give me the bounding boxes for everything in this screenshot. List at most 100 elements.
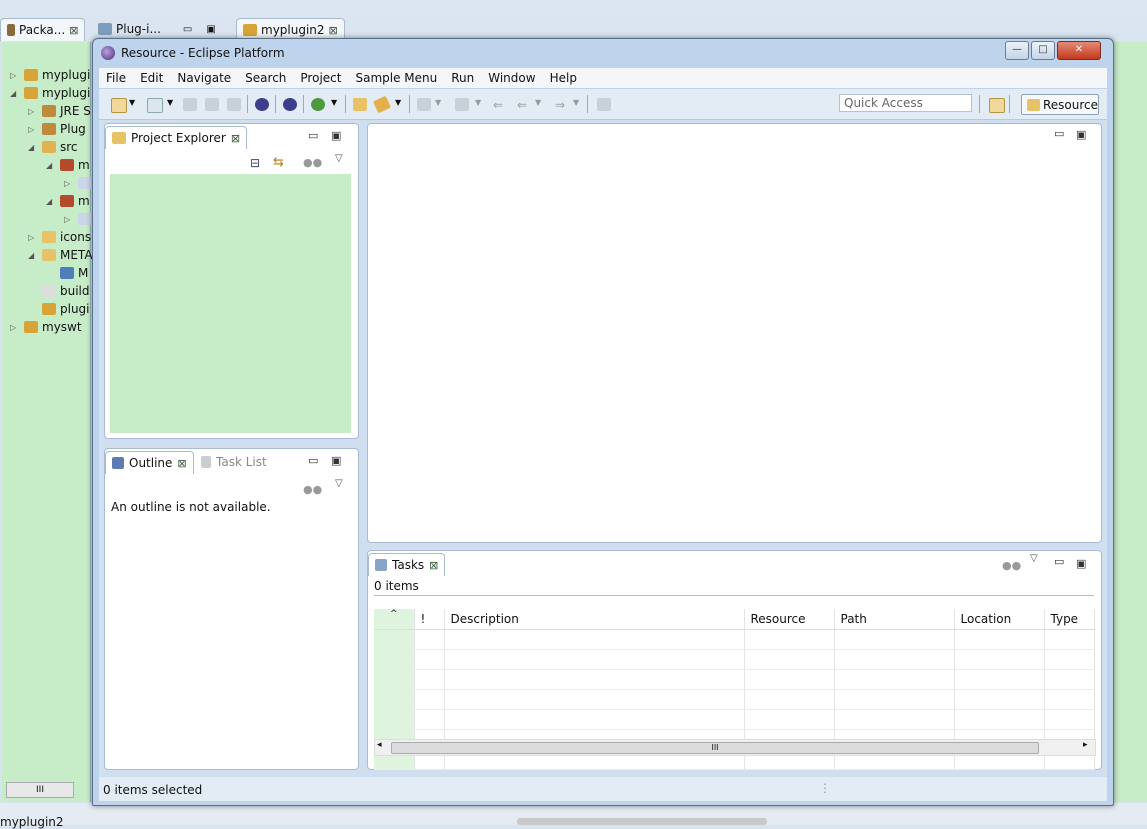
minimize-icon[interactable]: ▭ [1054,127,1064,140]
menu-edit[interactable]: Edit [133,71,170,85]
menu-window[interactable]: Window [481,71,542,85]
collapsed-arrow-icon[interactable]: ▷ [10,71,20,80]
column-header-description[interactable]: Description [444,609,745,630]
background-scroll-thumb[interactable] [517,818,767,825]
previous-annotation-icon[interactable] [455,98,469,111]
tree-item[interactable]: ▷ Plug [28,120,86,138]
table-row[interactable] [374,629,1095,650]
close-icon[interactable]: ⊠ [429,559,438,572]
tab-project-explorer[interactable]: Project Explorer ⊠ [105,126,248,149]
expanded-arrow-icon[interactable]: ◢ [28,251,38,260]
menu-navigate[interactable]: Navigate [170,71,238,85]
maximize-button[interactable]: □ [1031,41,1055,60]
view-menu-icon[interactable]: ▽ [1030,553,1038,564]
chevron-down-icon[interactable]: ▼ [535,98,543,111]
view-menu-icon[interactable]: ▽ [335,478,343,489]
next-annotation-icon[interactable] [417,98,431,111]
minimize-button[interactable]: — [1005,41,1029,60]
tree-item[interactable]: ▷ JRE S [28,102,91,120]
minimize-icon[interactable]: ▭ [308,129,318,142]
maximize-icon[interactable]: ▣ [1076,557,1086,570]
save-all-icon[interactable] [205,98,219,111]
close-icon[interactable]: ⊠ [69,24,78,37]
table-row[interactable] [374,649,1095,670]
expanded-arrow-icon[interactable]: ◢ [46,197,56,206]
editor-area[interactable]: ▭ ▣ [367,123,1102,543]
focus-icon[interactable]: ●● [1002,559,1021,572]
focus-icon[interactable]: ●● [303,483,322,496]
minimize-icon[interactable]: ▭ [308,454,318,467]
chevron-down-icon[interactable]: ▼ [475,98,483,111]
column-header-priority[interactable]: ! [414,609,445,630]
quick-access-input[interactable]: Quick Access [839,94,972,112]
collapsed-arrow-icon[interactable]: ▷ [28,125,38,134]
maximize-icon[interactable]: ▣ [206,24,215,35]
menu-project[interactable]: Project [293,71,348,85]
column-header-resource[interactable]: Resource [744,609,835,630]
minimize-icon[interactable]: ▭ [1054,555,1064,568]
tree-item[interactable]: ▷ myplugi [10,66,90,84]
tree-item[interactable]: ◢ META [28,246,93,264]
tab-tasks[interactable]: Tasks ⊠ [368,553,446,576]
run-icon[interactable] [311,98,325,111]
maximize-icon[interactable]: ▣ [331,454,341,467]
close-icon[interactable]: ⊠ [177,457,186,470]
link-with-editor-icon[interactable]: ⇆ [273,155,284,170]
minimize-icon[interactable]: ▭ [183,24,192,35]
expanded-arrow-icon[interactable]: ◢ [46,161,56,170]
new-window-icon[interactable] [147,98,163,113]
tree-item[interactable]: build [28,282,90,300]
column-header-type[interactable]: Type [1044,609,1095,630]
collapsed-arrow-icon[interactable]: ▷ [28,233,38,242]
tree-item[interactable]: M [46,264,88,282]
tree-item[interactable]: ◢ src [28,138,78,156]
table-row[interactable] [374,669,1095,690]
table-row[interactable] [374,709,1095,730]
open-folder-icon[interactable] [353,98,367,111]
chevron-down-icon[interactable]: ▼ [395,98,403,111]
sample-action-icon[interactable] [255,98,269,111]
collapsed-arrow-icon[interactable]: ▷ [64,215,74,224]
back-icon[interactable]: ⇐ [517,98,531,112]
tasks-horizontal-scrollbar[interactable]: ◂ III ▸ [374,739,1096,756]
resource-perspective-button[interactable]: Resource [1021,94,1099,115]
scroll-left-icon[interactable]: ◂ [377,740,382,750]
new-icon[interactable] [111,98,127,113]
open-perspective-icon[interactable] [989,98,1005,113]
pin-editor-icon[interactable] [597,98,611,111]
expanded-arrow-icon[interactable]: ◢ [28,143,38,152]
background-tab-package-explorer[interactable]: Packa... ⊠ [0,18,86,41]
chevron-down-icon[interactable]: ▼ [167,98,175,111]
maximize-icon[interactable]: ▣ [1076,128,1086,141]
expanded-arrow-icon[interactable]: ◢ [10,89,20,98]
column-header-path[interactable]: Path [834,609,955,630]
sample-action-2-icon[interactable] [283,98,297,111]
scroll-thumb[interactable]: III [391,742,1039,754]
chevron-down-icon[interactable]: ▼ [129,98,137,111]
last-edit-icon[interactable]: ⇐ [493,98,507,112]
background-tab-plugins[interactable]: Plug-i... ▭ ▣ [92,18,222,40]
pencil-icon[interactable] [372,95,392,114]
table-row[interactable] [374,689,1095,710]
collapsed-arrow-icon[interactable]: ▷ [64,179,74,188]
collapse-all-icon[interactable]: ⊟ [250,156,260,170]
close-icon[interactable]: ⊠ [231,132,240,145]
menu-run[interactable]: Run [444,71,481,85]
print-icon[interactable] [227,98,241,111]
tree-item[interactable]: plugi [28,300,90,318]
focus-icon[interactable]: ●● [303,156,322,169]
close-button[interactable]: ✕ [1057,41,1101,60]
chevron-down-icon[interactable]: ▼ [331,98,339,111]
collapsed-arrow-icon[interactable]: ▷ [10,323,20,332]
menu-sample-menu[interactable]: Sample Menu [348,71,444,85]
chevron-down-icon[interactable]: ▼ [435,98,443,111]
collapsed-arrow-icon[interactable]: ▷ [28,107,38,116]
background-horizontal-scrollbar[interactable]: III [6,782,74,798]
close-icon[interactable]: ⊠ [329,24,338,37]
chevron-down-icon[interactable]: ▼ [573,98,581,111]
menu-help[interactable]: Help [543,71,584,85]
column-header-completed[interactable]: ^ [374,609,415,630]
menu-file[interactable]: File [99,71,133,85]
forward-icon[interactable]: ⇒ [555,98,569,112]
view-menu-icon[interactable]: ▽ [335,153,343,164]
